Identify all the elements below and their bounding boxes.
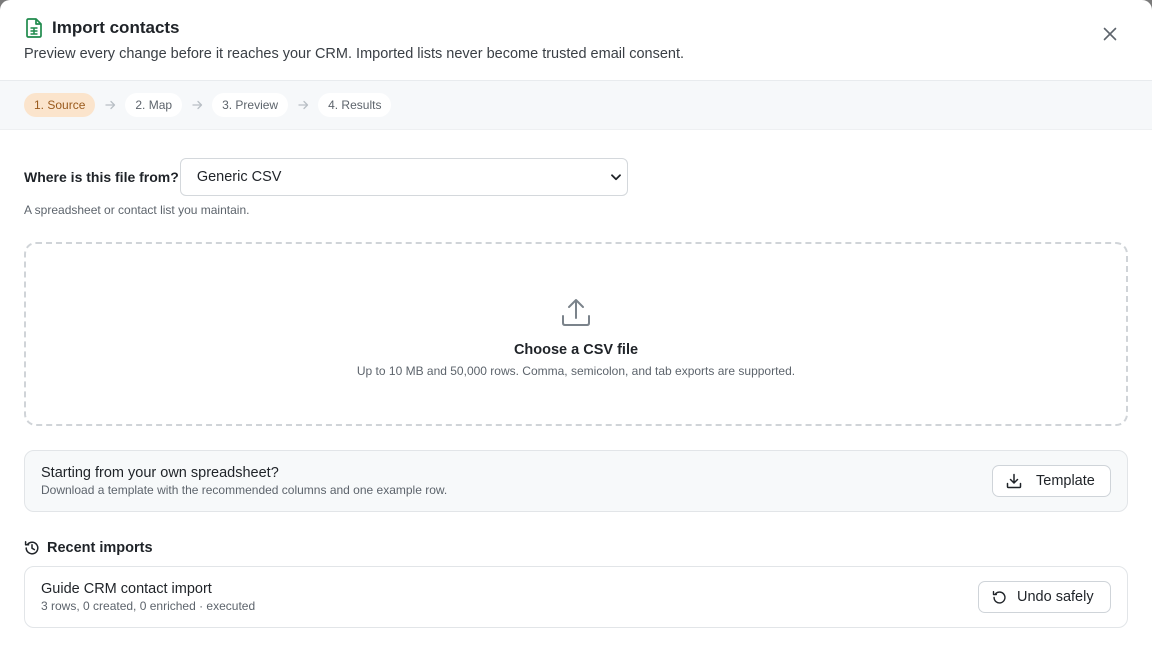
source-label: Where is this file from? (24, 169, 179, 185)
step-results[interactable]: 4. Results (318, 93, 392, 117)
step-map[interactable]: 2. Map (125, 93, 183, 117)
download-template-label: Template (1036, 473, 1095, 489)
list-item: Guide CRM contact import 3 rows, 0 creat… (24, 566, 1128, 628)
recent-imports-title: Recent imports (47, 540, 153, 556)
dialog-header: Import contacts Preview every change bef… (0, 0, 1152, 80)
template-card-subtitle: Download a template with the recommended… (41, 483, 448, 497)
import-stepper: 1. Source 2. Map 3. Preview 4. Results (0, 80, 1152, 130)
arrow-right-icon (95, 100, 125, 110)
undo-icon (991, 589, 1007, 605)
import-contacts-dialog: Import contacts Preview every change bef… (0, 0, 1152, 646)
close-button[interactable] (1100, 24, 1120, 44)
template-card-text: Starting from your own spreadsheet? Down… (41, 465, 447, 497)
arrow-right-icon (182, 100, 212, 110)
undo-import-label: Undo safely (1017, 589, 1094, 605)
source-row: Where is this file from? Generic CSV (24, 158, 1128, 196)
source-select-value: Generic CSV (196, 169, 282, 185)
import-title: Guide CRM contact import (41, 581, 212, 597)
dropzone-title: Choose a CSV file (513, 342, 639, 358)
import-meta: 3 rows, 0 created, 0 enriched · executed (41, 599, 256, 613)
template-card: Starting from your own spreadsheet? Down… (24, 450, 1128, 512)
close-icon (1103, 27, 1117, 41)
dialog-title: Import contacts (52, 18, 180, 37)
dropzone-hint: Up to 10 MB and 50,000 rows. Comma, semi… (356, 364, 796, 378)
source-select[interactable]: Generic CSV (179, 158, 628, 196)
dialog-content: Where is this file from? Generic CSV A s… (0, 130, 1152, 628)
arrow-right-icon (288, 100, 318, 110)
source-hint: A spreadsheet or contact list you mainta… (24, 203, 250, 217)
step-preview[interactable]: 3. Preview (212, 93, 289, 117)
spreadsheet-icon (24, 18, 44, 38)
upload-icon (560, 296, 592, 328)
history-icon (24, 540, 40, 556)
title-row: Import contacts (24, 16, 1128, 40)
template-card-title: Starting from your own spreadsheet? (41, 465, 279, 481)
download-template-button[interactable]: Template (992, 465, 1111, 497)
step-source[interactable]: 1. Source (24, 93, 96, 117)
dialog-subtitle: Preview every change before it reaches y… (24, 46, 685, 62)
csv-dropzone[interactable]: Choose a CSV file Up to 10 MB and 50,000… (24, 242, 1128, 426)
recent-imports-header: Recent imports (24, 538, 1128, 558)
undo-import-button[interactable]: Undo safely (978, 581, 1111, 613)
chevron-down-icon (610, 173, 621, 181)
import-card-text: Guide CRM contact import 3 rows, 0 creat… (41, 581, 255, 613)
download-icon (1006, 473, 1022, 489)
